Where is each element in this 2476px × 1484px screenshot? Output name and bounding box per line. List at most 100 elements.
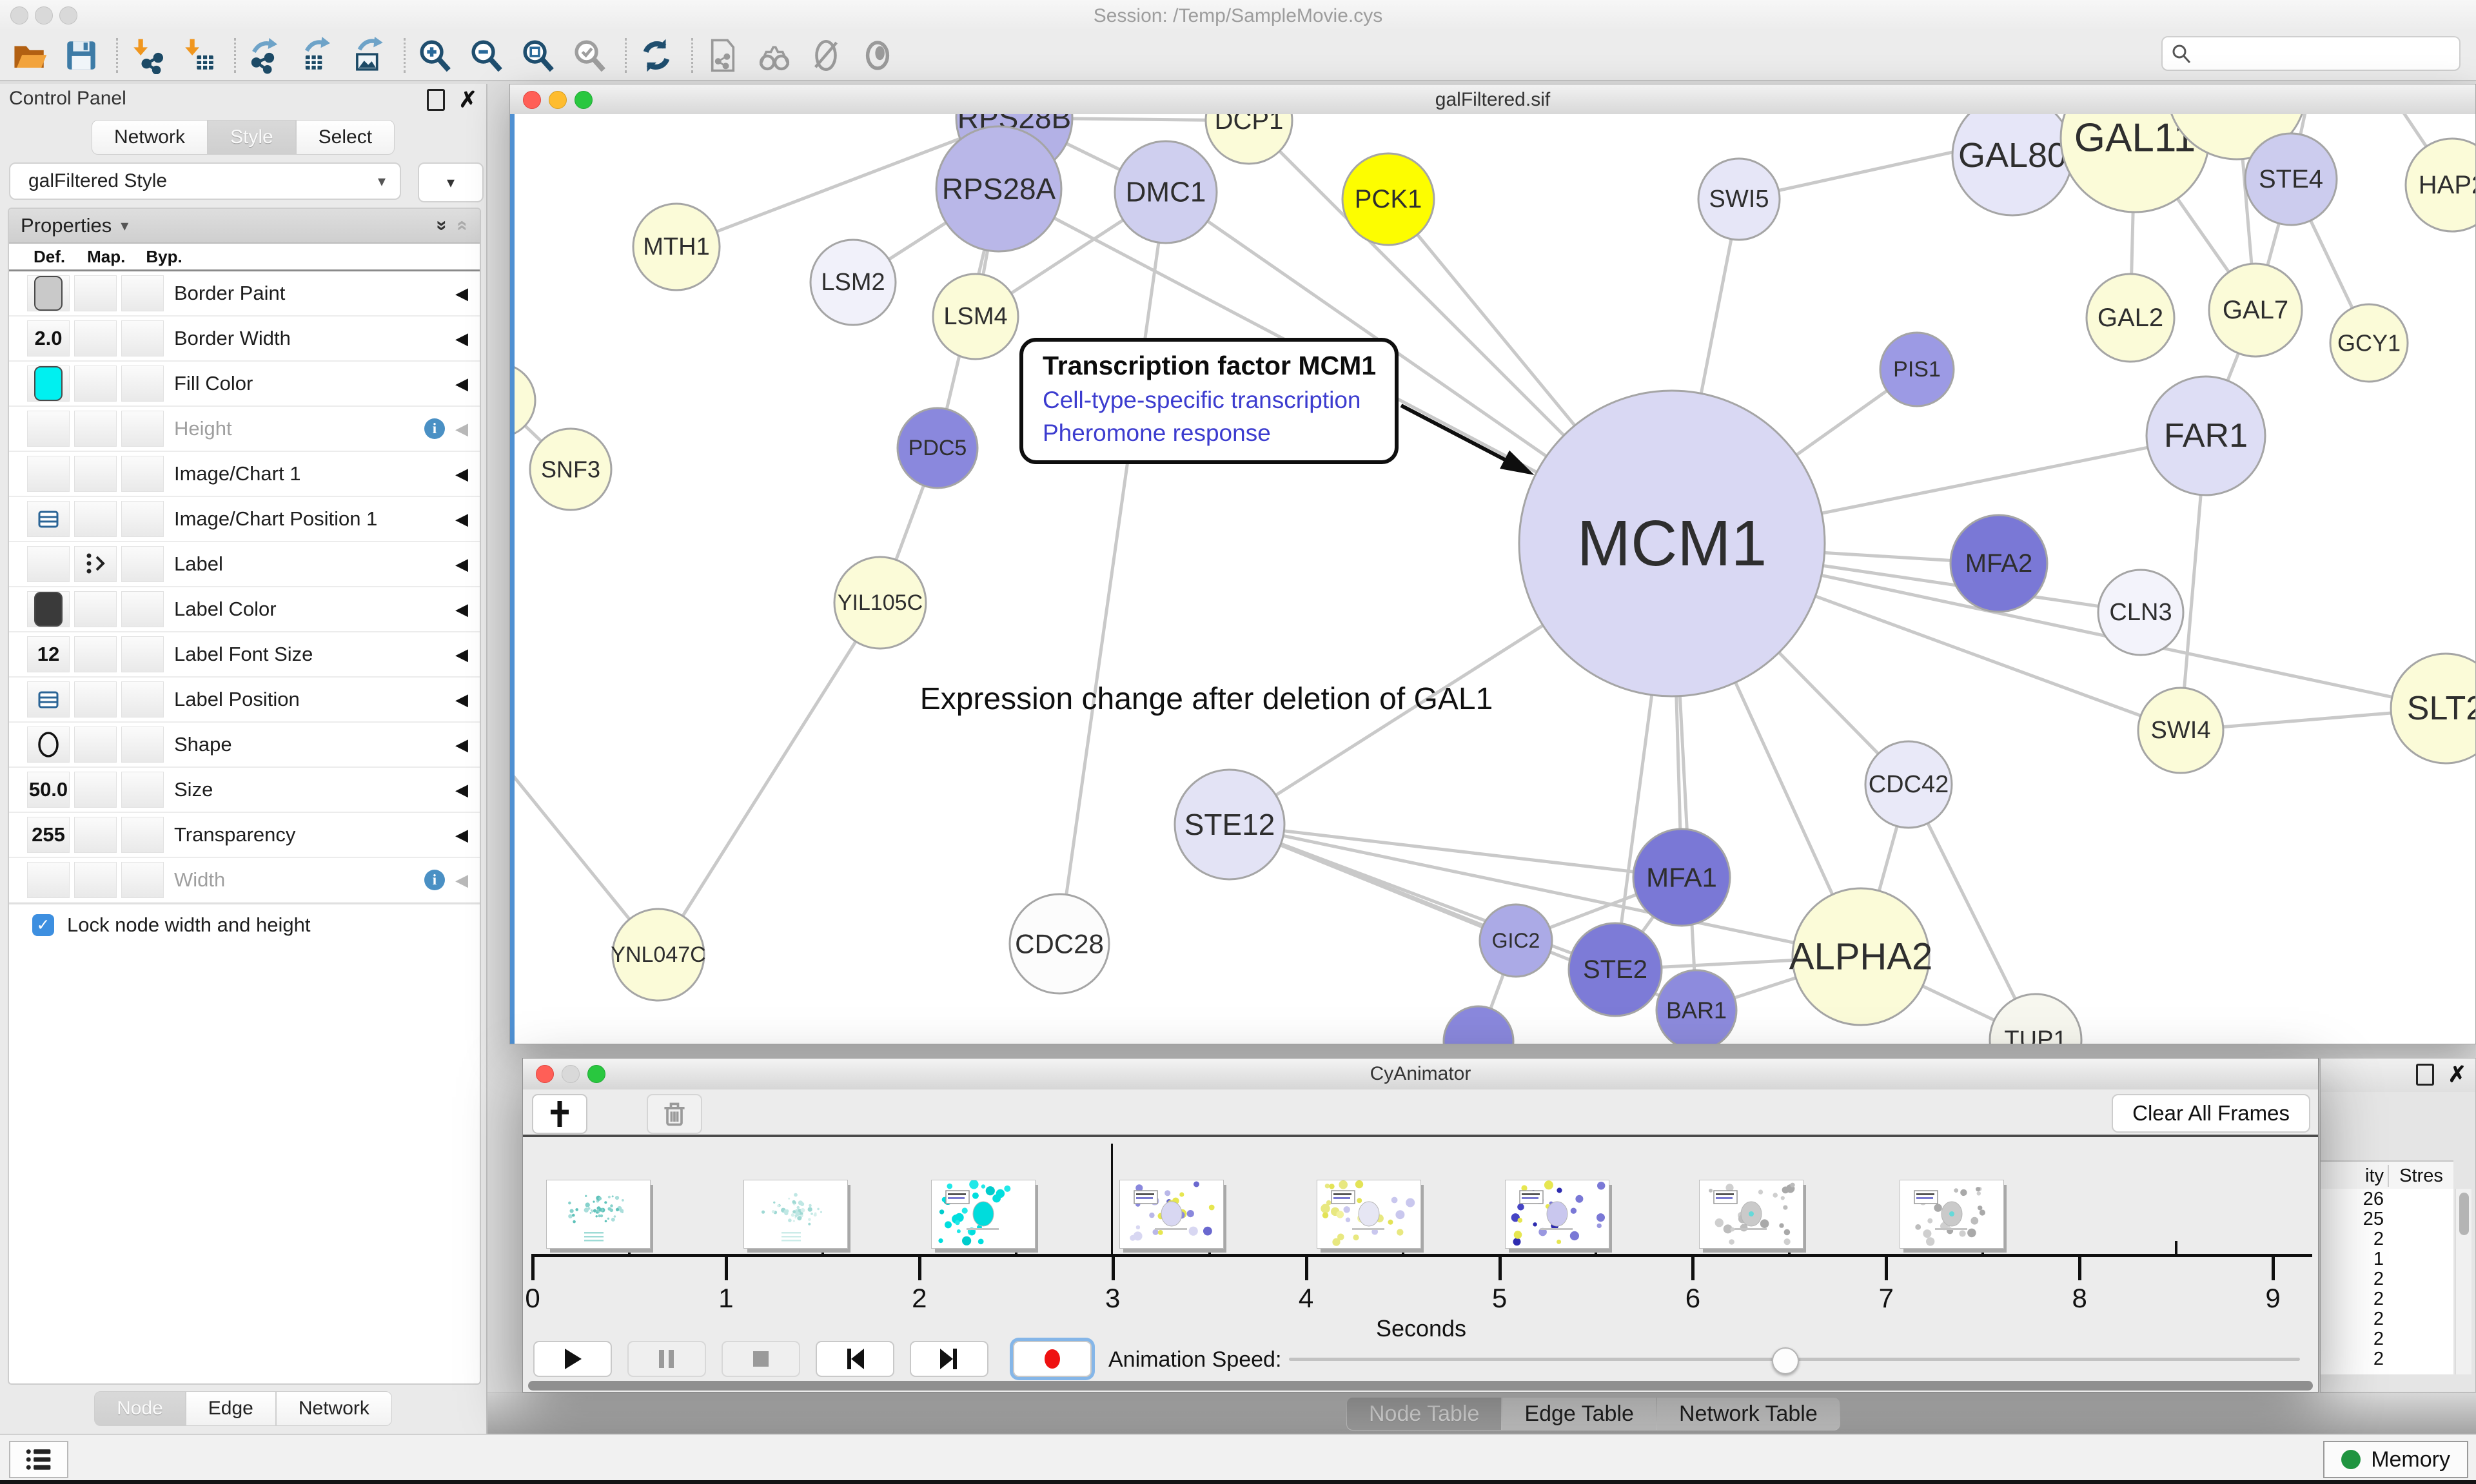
expand-row-icon[interactable]: ◀ [455,645,468,665]
frame-thumbnail-5[interactable] [1317,1180,1421,1249]
default-value-cell[interactable] [27,591,70,627]
property-row-fill-color[interactable]: Fill Color◀ [9,362,480,407]
bypass-cell[interactable] [121,591,164,627]
bottom-tab-edge[interactable]: Edge [186,1391,276,1426]
table-cell-value[interactable]: 2 [2321,1269,2384,1289]
table-tab-node-table[interactable]: Node Table [1346,1397,1502,1430]
info-icon[interactable]: i [424,870,445,890]
mapping-cell[interactable] [74,366,117,402]
table-column-ity[interactable]: ity [2321,1166,2388,1187]
bypass-cell[interactable] [121,817,164,853]
tab-style[interactable]: Style [208,120,296,155]
default-value-cell[interactable] [27,501,70,537]
expand-row-icon[interactable]: ◀ [455,374,468,394]
table-cell-value[interactable]: 26 [2321,1189,2384,1209]
cyanimator-titlebar[interactable]: CyAnimator [523,1059,2318,1090]
property-row-label-color[interactable]: Label Color◀ [9,587,480,632]
zoom-selected-icon[interactable] [571,36,609,75]
mapping-cell[interactable] [74,727,117,763]
zoom-out-icon[interactable] [467,36,506,75]
close-panel-icon[interactable]: ✗ [2448,1066,2467,1084]
expand-row-icon[interactable]: ◀ [455,825,468,845]
bypass-cell[interactable] [121,862,164,898]
export-table-icon[interactable] [298,36,337,75]
network-edge[interactable] [1059,192,1166,944]
tab-select[interactable]: Select [296,120,395,155]
open-document-icon[interactable] [703,36,742,75]
expand-row-icon[interactable]: ◀ [455,329,468,349]
default-value-cell[interactable] [27,681,70,718]
expand-all-icon[interactable]: » [431,220,453,231]
mapping-cell[interactable] [74,501,117,537]
memory-button[interactable]: Memory [2323,1441,2468,1478]
bypass-cell[interactable] [121,320,164,356]
default-value-cell[interactable] [27,275,70,311]
table-cell-value[interactable]: 2 [2321,1289,2384,1309]
network-titlebar[interactable]: galFiltered.sif [510,84,2475,115]
search-network-icon[interactable] [755,36,794,75]
network-canvas[interactable]: RPS28BDCP1RPS28ADMC1PCK1SWI5GAL80GAL11ST… [510,114,2475,1044]
save-session-icon[interactable] [62,36,101,75]
zoom-fit-icon[interactable] [519,36,558,75]
refresh-icon[interactable] [637,36,676,75]
default-value-cell[interactable]: 50.0 [27,772,70,808]
mapping-cell[interactable] [74,681,117,718]
info-icon[interactable]: i [424,418,445,439]
network-node-botp[interactable] [1444,1006,1513,1044]
property-row-border-paint[interactable]: Border Paint◀ [9,271,480,317]
cyanimator-hscrollbar[interactable] [528,1381,2313,1391]
default-value-cell[interactable] [27,411,70,447]
expand-row-icon[interactable]: ◀ [455,780,468,800]
frame-thumbnail-8[interactable] [1900,1180,2004,1249]
open-folder-icon[interactable] [10,36,49,75]
property-row-image-chart-position-1[interactable]: Image/Chart Position 1◀ [9,497,480,542]
expand-row-icon[interactable]: ◀ [455,735,468,755]
play-button[interactable] [533,1341,612,1377]
mapping-cell[interactable] [74,456,117,492]
bypass-cell[interactable] [121,636,164,672]
close-panel-icon[interactable]: ✗ [459,91,478,109]
properties-menu-icon[interactable]: ▾ [121,217,128,235]
property-row-height[interactable]: Heighti◀ [9,407,480,452]
zoom-in-icon[interactable] [416,36,455,75]
mapping-cell[interactable] [74,546,117,582]
expand-row-icon[interactable]: ◀ [455,509,468,529]
network-edge[interactable] [658,603,880,955]
expand-row-icon[interactable]: ◀ [455,870,468,890]
table-cell-value[interactable]: 1 [2321,1249,2384,1269]
default-value-cell[interactable] [27,456,70,492]
clear-all-frames-button[interactable]: Clear All Frames [2112,1094,2310,1133]
table-tab-network-table[interactable]: Network Table [1656,1397,1840,1430]
property-row-border-width[interactable]: 2.0Border Width◀ [9,317,480,362]
default-value-cell[interactable] [27,727,70,763]
table-cell-value[interactable]: 25 [2321,1209,2384,1229]
mapping-cell[interactable] [74,411,117,447]
mapping-cell[interactable] [74,636,117,672]
mapping-cell[interactable] [74,772,117,808]
mapping-cell[interactable] [74,591,117,627]
mapping-cell[interactable] [74,817,117,853]
expand-row-icon[interactable]: ◀ [455,554,468,574]
bypass-cell[interactable] [121,681,164,718]
mapping-cell[interactable] [74,862,117,898]
bypass-cell[interactable] [121,275,164,311]
annotation-link-2[interactable]: Pheromone response [1043,420,1395,447]
table-cell-value[interactable]: 2 [2321,1329,2384,1349]
property-row-label-position[interactable]: Label Position◀ [9,678,480,723]
table-cell-value[interactable]: 2 [2321,1229,2384,1249]
annotation-box[interactable]: Transcription factor MCM1 Cell-type-spec… [1019,338,1399,464]
pause-button[interactable] [627,1341,706,1377]
mapping-cell[interactable] [74,320,117,356]
expand-row-icon[interactable]: ◀ [455,464,468,484]
property-row-size[interactable]: 50.0Size◀ [9,768,480,813]
frame-thumbnail-1[interactable] [546,1180,651,1249]
bottom-tab-node[interactable]: Node [94,1391,186,1426]
expand-row-icon[interactable]: ◀ [455,690,468,710]
record-button[interactable] [1013,1341,1092,1377]
property-row-shape[interactable]: Shape◀ [9,723,480,768]
frame-thumbnail-4[interactable] [1119,1180,1224,1249]
default-value-cell[interactable]: 2.0 [27,320,70,356]
table-cell-value[interactable]: 2 [2321,1349,2384,1369]
frame-thumbnail-6[interactable] [1505,1180,1609,1249]
import-network-icon[interactable] [128,36,167,75]
